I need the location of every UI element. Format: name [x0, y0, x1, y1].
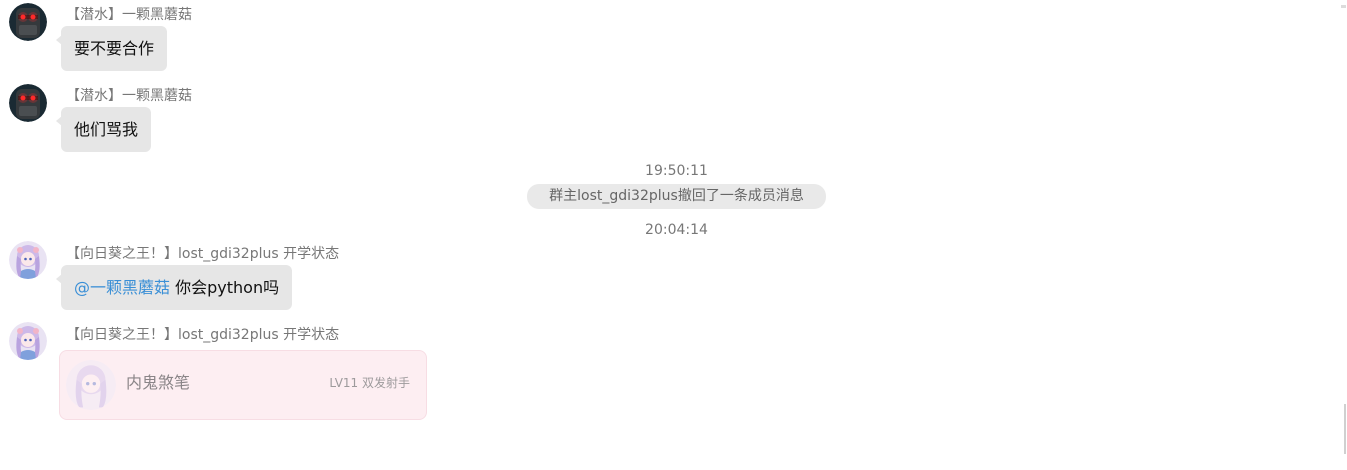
- message-bubble[interactable]: 他们骂我: [55, 107, 152, 152]
- dark-robot-avatar-icon: [9, 3, 47, 41]
- message-text: 你会python吗: [175, 278, 280, 297]
- sender-name[interactable]: 【向日葵之王！】lost_gdi32plus 开学状态: [66, 245, 339, 263]
- card-avatar: [66, 360, 116, 410]
- timestamp: 20:04:14: [645, 222, 708, 238]
- dark-robot-avatar-icon: [9, 84, 47, 122]
- scrollbar[interactable]: [1344, 404, 1346, 454]
- system-notice: 群主lost_gdi32plus撤回了一条成员消息: [527, 184, 826, 209]
- avatar[interactable]: [9, 84, 47, 122]
- timestamp: 19:50:11: [645, 163, 708, 179]
- avatar[interactable]: [9, 322, 47, 360]
- sender-name[interactable]: 【向日葵之王！】lost_gdi32plus 开学状态: [66, 326, 339, 344]
- avatar[interactable]: [9, 3, 47, 41]
- anime-girl-avatar-icon: [9, 322, 47, 360]
- message-text: 要不要合作: [74, 39, 155, 58]
- anime-girl-avatar-icon: [9, 241, 47, 279]
- scroll-top-marker: [1341, 5, 1346, 8]
- message-bubble[interactable]: @一颗黑蘑菇 你会python吗: [55, 265, 293, 310]
- chat-message-list[interactable]: 【潜水】一颗黑蘑菇 要不要合作 【潜水】一颗黑蘑菇 他们骂我 19:50:11 …: [0, 0, 1347, 470]
- card-name: 内鬼煞笔: [126, 373, 191, 392]
- profile-card[interactable]: 内鬼煞笔 LV11 双发射手: [59, 350, 427, 420]
- message-bubble[interactable]: 要不要合作: [55, 26, 168, 71]
- sender-name[interactable]: 【潜水】一颗黑蘑菇: [66, 6, 192, 24]
- anime-girl-avatar-icon: [66, 360, 116, 410]
- mention-link[interactable]: @一颗黑蘑菇: [74, 278, 170, 297]
- message-text: 他们骂我: [74, 120, 139, 139]
- avatar[interactable]: [9, 241, 47, 279]
- sender-name[interactable]: 【潜水】一颗黑蘑菇: [66, 87, 192, 105]
- card-level: LV11 双发射手: [329, 376, 410, 390]
